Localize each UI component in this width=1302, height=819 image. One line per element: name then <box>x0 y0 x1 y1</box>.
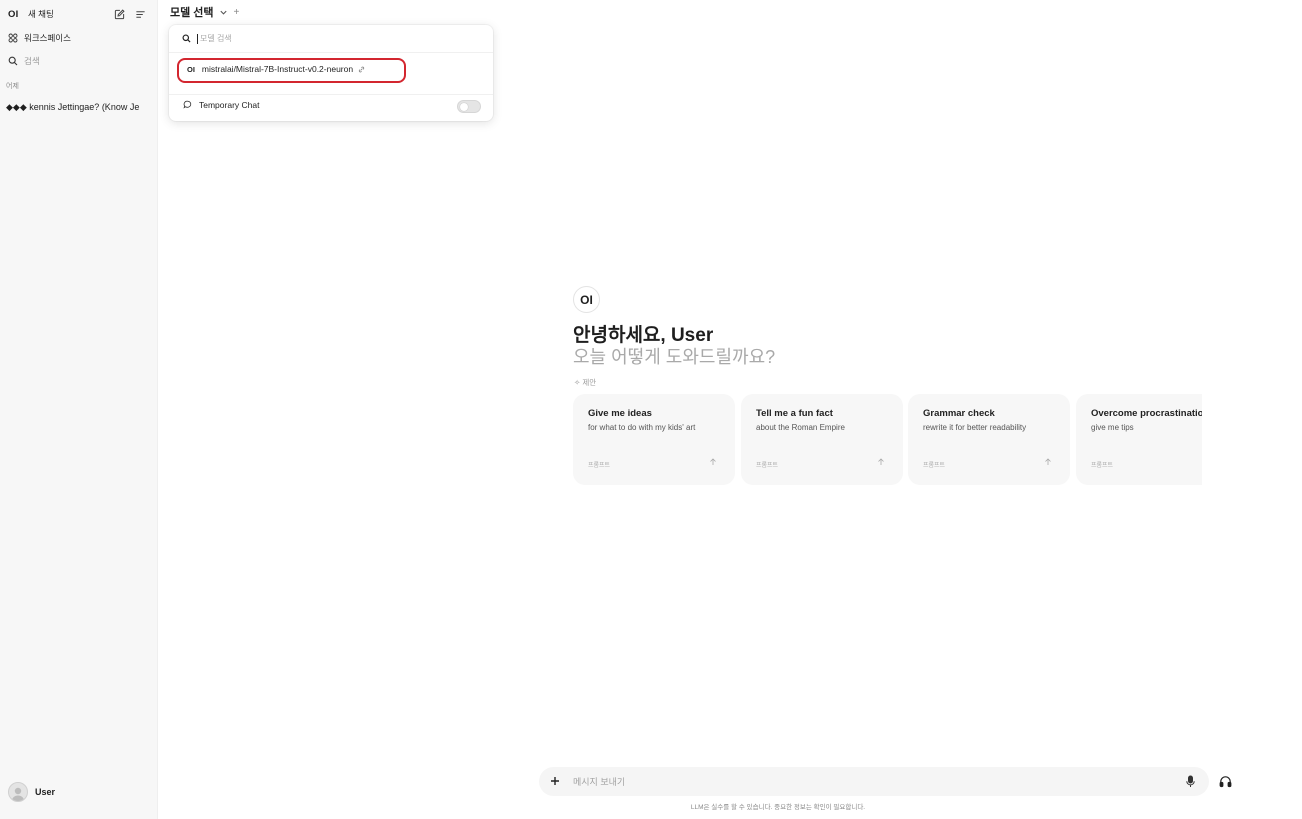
message-input[interactable] <box>571 773 1131 790</box>
model-dropdown: OI mistralai/Mistral-7B-Instruct-v0.2-ne… <box>169 25 493 121</box>
search-icon <box>8 56 18 66</box>
model-option[interactable]: OI mistralai/Mistral-7B-Instruct-v0.2-ne… <box>169 58 493 80</box>
arrow-up-icon <box>710 458 716 465</box>
suggestion-cards: Give me ideas for what to do with my kid… <box>573 394 1202 486</box>
message-composer <box>539 767 1209 796</box>
suggestion-prompt-label: 프롬프트 <box>588 463 611 469</box>
temporary-chat-row[interactable]: Temporary Chat <box>169 94 493 114</box>
suggestion-card[interactable]: Overcome procrastination give me tips 프롬… <box>1076 394 1202 485</box>
model-selector-label: 모델 선택 <box>170 7 214 19</box>
suggestion-subtitle: give me tips <box>1091 423 1134 432</box>
arrow-up-icon <box>878 458 884 465</box>
sidebar-search[interactable]: 검색 <box>0 54 158 68</box>
avatar <box>8 782 28 802</box>
suggestion-subtitle: for what to do with my kids' art <box>588 423 696 432</box>
section-label-yesterday: 어제 <box>6 83 19 90</box>
sidebar: OI 새 채팅 워크스페이스 검색 어제 ◆◆◆ kennis Jettinga… <box>0 0 158 819</box>
suggestion-prompt-label: 프롬프트 <box>1091 463 1114 469</box>
chat-bubble-icon <box>183 100 192 109</box>
plus-icon[interactable] <box>549 775 561 787</box>
chevron-down-icon <box>219 10 227 15</box>
model-avatar: OI <box>573 286 600 313</box>
new-chat-button[interactable]: OI 새 채팅 <box>0 6 158 22</box>
search-icon <box>182 34 191 43</box>
model-search-row <box>169 25 493 53</box>
temporary-chat-toggle[interactable] <box>457 100 481 113</box>
workspace-label: 워크스페이스 <box>24 33 71 43</box>
headphones-icon[interactable] <box>1219 775 1232 788</box>
suggestion-title: Give me ideas <box>588 408 652 419</box>
link-icon <box>358 66 365 72</box>
user-icon <box>12 787 24 801</box>
menu-icon[interactable] <box>135 9 146 20</box>
microphone-icon[interactable] <box>1185 775 1196 788</box>
user-menu[interactable]: User <box>0 782 158 802</box>
workspace-icon <box>8 33 18 43</box>
new-chat-label: 새 채팅 <box>28 9 54 19</box>
greeting-subtitle: 오늘 어떻게 도와드릴까요? <box>573 347 776 367</box>
app-logo: OI <box>8 8 19 20</box>
edit-icon[interactable] <box>114 8 125 20</box>
sidebar-item-workspace[interactable]: 워크스페이스 <box>0 31 158 45</box>
arrow-up-icon <box>1045 458 1051 465</box>
suggestion-card[interactable]: Tell me a fun fact about the Roman Empir… <box>741 394 903 485</box>
suggestion-card[interactable]: Grammar check rewrite it for better read… <box>908 394 1070 485</box>
model-logo: OI <box>187 64 195 74</box>
temporary-chat-label: Temporary Chat <box>199 99 260 110</box>
suggestion-prompt-label: 프롬프트 <box>923 463 946 469</box>
model-option-name: mistralai/Mistral-7B-Instruct-v0.2-neuro… <box>201 64 354 74</box>
sidebar-search-label: 검색 <box>24 56 40 66</box>
suggestion-subtitle: about the Roman Empire <box>756 423 845 432</box>
suggestion-prompt-label: 프롬프트 <box>756 463 779 469</box>
chat-history-item[interactable]: ◆◆◆ kennis Jettingae? (Know Je <box>0 100 152 114</box>
model-search-input[interactable] <box>197 33 477 44</box>
disclaimer-text: LLM은 실수를 할 수 있습니다. 중요한 정보는 확인이 필요합니다. <box>690 804 866 811</box>
suggestion-subtitle: rewrite it for better readability <box>923 423 1027 432</box>
suggestion-title: Overcome procrastination <box>1091 408 1202 419</box>
suggestion-title: Grammar check <box>923 408 995 419</box>
model-selector[interactable]: 모델 선택 + <box>170 4 239 20</box>
suggestion-title: Tell me a fun fact <box>756 408 833 419</box>
add-model-button[interactable]: + <box>234 7 240 18</box>
user-name: User <box>35 787 56 797</box>
sidebar-actions <box>114 6 146 22</box>
suggestion-card[interactable]: Give me ideas for what to do with my kid… <box>573 394 735 485</box>
suggestions-label: ✧ 제안 <box>574 378 597 387</box>
